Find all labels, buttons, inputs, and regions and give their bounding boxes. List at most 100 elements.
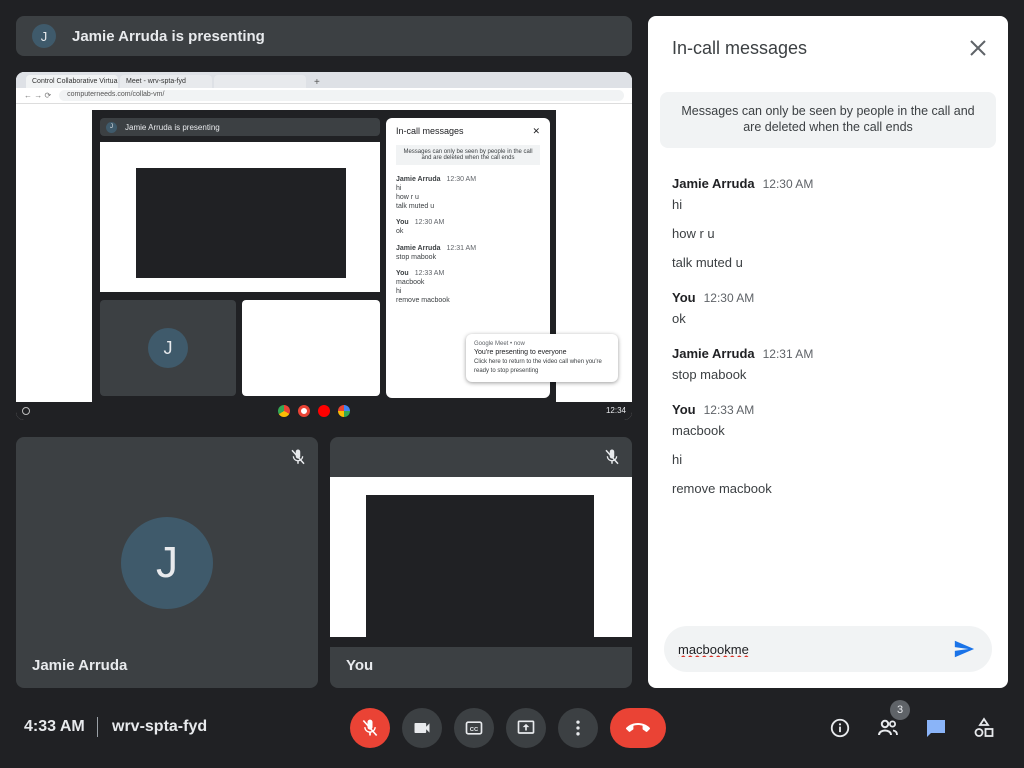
message-sender: Jamie Arruda [672,346,755,361]
meeting-code: wrv-spta-fyd [112,718,208,735]
message-time: 12:30 AM [703,291,755,305]
message-time: 12:31 AM [762,347,814,361]
mic-off-icon [288,447,308,467]
chat-icon [927,720,945,737]
participant-name: Jamie Arruda [32,657,128,674]
presenting-text: Jamie Arruda is presenting [72,27,265,45]
activities-icon [974,717,994,737]
browser-nav-icon: ← → ⟳ [24,91,52,100]
participant-avatar: J [121,517,213,609]
chat-button[interactable] [916,708,956,748]
leave-call-button[interactable] [610,708,666,748]
toast-title: You're presenting to everyone [474,349,567,357]
activities-button[interactable] [964,708,1004,748]
nested-shared-screen [100,142,380,292]
nested-message-time: 12:30 AM [414,219,445,227]
nested-message-group: You 12:33 AM macbook hi remove macbook [396,269,540,305]
nested-message-time: 12:33 AM [414,269,445,277]
main-controls: CC [350,708,666,748]
present-icon [517,720,535,734]
message-group: You 12:33 AM macbook hi remove macbook [672,402,992,496]
nested-message-time: 12:30 AM [446,176,477,183]
chat-privacy-note: Messages can only be seen by people in t… [660,92,996,148]
nested-message-sender: You [396,269,409,277]
nested-participant-tile: J [100,300,236,396]
browser-tab: Meet - wrv-spta-fyd [120,75,212,88]
message-list: Jamie Arruda 12:30 AM hi how r u talk muted … [672,176,992,516]
participant-tile-self[interactable]: You [330,437,632,688]
shared-screen-tile[interactable]: Control Collaborative Virtual M Meet - w… [16,72,632,420]
participant-tile-jamie[interactable]: J Jamie Arruda [16,437,318,688]
browser-url: computerneeds.com/collab-vm/ [59,90,624,101]
nested-message-group: Jamie Arruda 12:31 AM stop mabook [396,244,540,262]
captions-button[interactable]: CC [454,708,494,748]
info-icon [830,718,850,738]
message-text: hi [672,197,683,212]
nested-message-text: stop mabook [396,253,437,261]
self-view-inner [366,495,594,645]
new-tab-icon: + [314,77,320,88]
message-text: stop mabook [672,367,747,382]
shared-screen-content: J Jamie Arruda is presenting J In-call m… [16,104,632,402]
photos-icon [338,405,350,417]
more-vert-icon [576,720,580,736]
gmail-icon [298,405,310,417]
toast-body: Click here to return to the video call w… [474,359,602,374]
self-view-screen [330,477,632,647]
message-header: Jamie Arruda 12:31 AM [672,346,992,361]
current-time: 4:33 AM [24,718,85,735]
presenting-banner: J Jamie Arruda is presenting [16,16,632,56]
nested-avatar: J [106,121,117,133]
nested-message-text: remove macbook [396,297,450,305]
nested-presenting-banner: J Jamie Arruda is presenting [100,118,380,136]
camera-icon [414,723,430,733]
browser-tab [214,75,306,88]
nested-message-text: ok [396,228,404,236]
camera-toggle-button[interactable] [402,708,442,748]
send-icon[interactable] [950,635,978,663]
shelf-apps [278,405,350,417]
nested-self-tile [242,300,380,396]
message-group: You 12:30 AM ok [672,290,992,326]
mic-off-icon [602,447,622,467]
chat-panel-title: In-call messages [672,38,808,58]
toast-source: Google Meet • now [474,341,525,347]
nested-chat-note: Messages can only be seen by people in t… [396,145,540,165]
message-text: hi [672,452,683,467]
launcher-icon [22,407,30,415]
people-button[interactable]: 3 [868,700,910,748]
message-group: Jamie Arruda 12:31 AM stop mabook [672,346,992,382]
message-group: Jamie Arruda 12:30 AM hi how r u talk muted … [672,176,992,270]
nested-chat-title: In-call messages ✕ [396,126,540,136]
self-view-shelf [330,637,632,647]
microphone-toggle-button[interactable] [350,708,390,748]
nested-message-list: Jamie Arruda 12:30 AM hi how r u talk muted … [396,175,540,305]
nested-message-group: You 12:30 AM ok [396,218,540,236]
message-header: You 12:33 AM [672,402,992,417]
nested-message-text: how r u [396,194,419,202]
hang-up-icon [626,723,650,732]
meeting-details-button[interactable] [820,708,860,748]
participant-name: You [346,657,374,674]
more-options-button[interactable] [558,708,598,748]
nested-message-text: macbook [396,278,425,286]
divider [97,717,98,737]
in-call-messages-panel: In-call messages Messages can only be se… [648,16,1008,688]
youtube-icon [318,405,330,417]
captions-icon: CC [465,721,483,735]
call-controls-bar: 4:33 AM wrv-spta-fyd CC 3 [0,696,1024,760]
present-screen-button[interactable] [506,708,546,748]
message-header: Jamie Arruda 12:30 AM [672,176,992,191]
browser-address-bar: ← → ⟳ computerneeds.com/collab-vm/ [16,88,632,104]
nested-message-text: hi [396,185,402,193]
presenting-notification[interactable]: Google Meet • now You're presenting to e… [466,334,618,382]
close-icon[interactable] [966,36,990,60]
message-input[interactable] [678,641,950,657]
browser-tab: Control Collaborative Virtual M [26,75,118,88]
nested-message-text: talk muted u [396,203,435,211]
message-text: macbook [672,423,725,438]
message-text: how r u [672,226,715,241]
message-header: You 12:30 AM [672,290,992,305]
browser-tab-strip: Control Collaborative Virtual M Meet - w… [16,72,632,88]
message-time: 12:33 AM [703,403,755,417]
